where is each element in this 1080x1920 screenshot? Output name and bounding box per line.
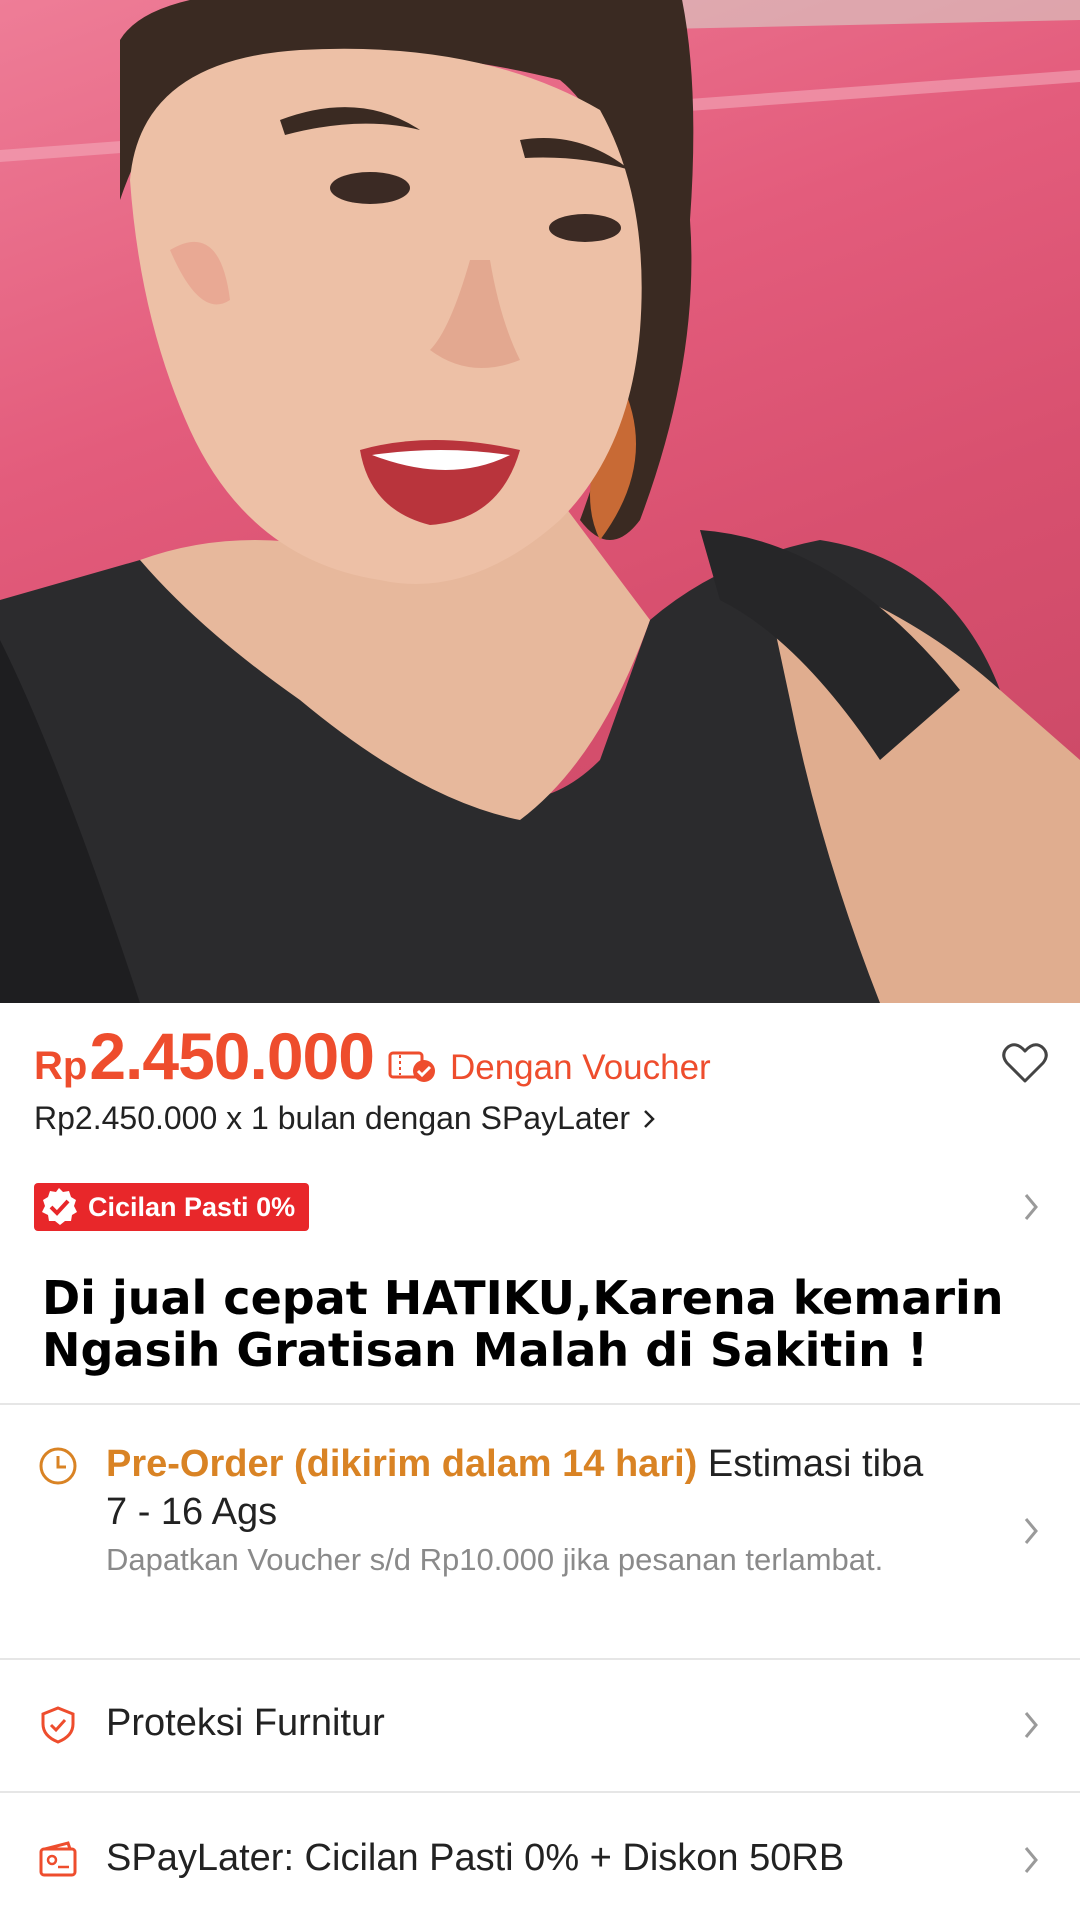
late-delivery-notice: Dapatkan Voucher s/d Rp10.000 jika pesan…: [106, 1542, 884, 1577]
spaylater-promo-label[interactable]: SPayLater: Cicilan Pasti 0% + Diskon 50R…: [106, 1837, 844, 1880]
divider: [0, 1403, 1080, 1405]
preorder-label: Pre-Order (dikirim dalam 14 hari): [106, 1443, 698, 1485]
chevron-right-icon[interactable]: [1022, 1844, 1040, 1876]
shipping-info[interactable]: Pre-Order (dikirim dalam 14 hari) Estima…: [106, 1440, 1006, 1580]
product-title: Di jual cepat HATIKU,Karena kemarin Ngas…: [42, 1272, 1052, 1376]
spaylater-installment-link[interactable]: Rp2.450.000 x 1 bulan dengan SPayLater: [34, 1100, 656, 1137]
estimate-dates: 7 - 16 Ags: [106, 1491, 278, 1533]
product-title-line-2: Ngasih Gratisan Malah di Sakitin !: [42, 1323, 928, 1377]
cicilan-badge[interactable]: Cicilan Pasti 0%: [34, 1183, 310, 1231]
badge-check-icon: [42, 1188, 77, 1225]
divider: [0, 1791, 1080, 1793]
product-title-line-1: Di jual cepat HATIKU,Karena kemarin: [42, 1271, 1004, 1325]
clock-icon: [39, 1447, 77, 1485]
estimate-label: Estimasi tiba: [707, 1443, 924, 1485]
chevron-right-icon: [644, 1109, 655, 1128]
chevron-right-icon[interactable]: [1022, 1709, 1040, 1741]
protection-label[interactable]: Proteksi Furnitur: [106, 1702, 385, 1745]
divider: [0, 1658, 1080, 1660]
product-image[interactable]: [0, 0, 1080, 1003]
spaylater-installment-text: Rp2.450.000 x 1 bulan dengan SPayLater: [34, 1100, 631, 1136]
cicilan-badge-label: Cicilan Pasti 0%: [88, 1191, 296, 1222]
product-photo-illustration: [0, 0, 1080, 1003]
chevron-right-icon[interactable]: [1022, 1191, 1040, 1223]
price-row: Rp 2.450.000 Dengan Voucher: [34, 1018, 711, 1098]
price-currency: Rp: [34, 1044, 88, 1088]
heart-icon[interactable]: [1002, 1042, 1048, 1084]
shield-check-icon: [41, 1706, 75, 1744]
card-wallet-icon: [39, 1841, 77, 1877]
chevron-right-icon[interactable]: [1022, 1515, 1040, 1547]
voucher-label[interactable]: Dengan Voucher: [450, 1048, 711, 1088]
ticket-check-icon: [388, 1049, 436, 1083]
price-value: 2.450.000: [89, 1019, 375, 1093]
